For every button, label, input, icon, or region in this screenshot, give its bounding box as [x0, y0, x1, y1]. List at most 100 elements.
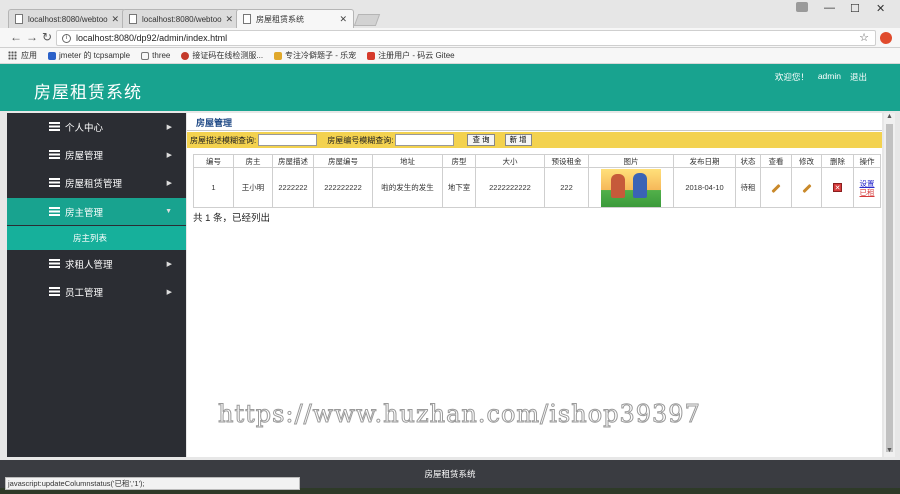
column-header: 删除: [821, 154, 854, 168]
record-summary: 共 1 条，已经列出: [193, 213, 271, 224]
menu-icon: [49, 287, 60, 296]
cell-operations: 设置 已租: [853, 167, 881, 208]
column-header: 房型: [442, 154, 476, 168]
menu-icon: [49, 207, 60, 216]
sidebar: 个人中心 ▶ 房屋管理 ▶ 房屋租赁管理 ▶ 房主管理 ▼ 房主列表 求租人管理…: [7, 113, 186, 457]
logout-link[interactable]: 退出: [850, 71, 867, 83]
desc-search-label: 房屋描述模糊查询:: [190, 135, 257, 145]
menu-icon: [49, 122, 60, 131]
browser-tab-3[interactable]: 房屋租赁系统 ✕: [236, 9, 354, 28]
edit-icon[interactable]: [801, 183, 812, 194]
bookmark-jmeter[interactable]: jmeter 的 tcpsample: [48, 50, 130, 61]
cell-address: 啦的发生的发生: [372, 167, 443, 208]
cell-size: 2222222222: [475, 167, 545, 208]
sidebar-item-house-management[interactable]: 房屋管理 ▶: [7, 141, 186, 168]
browser-tab-1[interactable]: localhost:8080/webtoo ✕: [8, 9, 126, 28]
bookmark-label: three: [152, 51, 171, 60]
bookmark-apps[interactable]: 应用: [8, 50, 37, 61]
page-title: 房屋管理: [187, 116, 882, 131]
cell-view: [760, 167, 792, 208]
back-icon[interactable]: ←: [10, 30, 22, 44]
cell-rent: 222: [544, 167, 589, 208]
site-icon: [181, 51, 190, 60]
extension-icon[interactable]: [880, 32, 892, 44]
browser-toolbar: ← → ↻ i localhost:8080/dp92/admin/index.…: [0, 28, 900, 48]
house-table: 编号 房主 房屋描述 房屋编号 地址 房型 大小 预设租金 图片 发布日期 状态…: [193, 154, 881, 208]
sidebar-item-staff-management[interactable]: 员工管理 ▶: [7, 278, 186, 305]
desc-search-input[interactable]: [258, 134, 318, 146]
sidebar-subitem-owner-list[interactable]: 房主列表: [7, 226, 186, 250]
sidebar-item-label: 房屋管理: [65, 150, 104, 162]
bookmark-gitee[interactable]: 注册用户 - 码云 Gitee: [367, 50, 455, 61]
table-header-row: 编号 房主 房屋描述 房屋编号 地址 房型 大小 预设租金 图片 发布日期 状态…: [193, 154, 881, 168]
info-icon[interactable]: i: [62, 33, 71, 43]
column-header: 操作: [853, 154, 881, 168]
close-icon[interactable]: ✕: [225, 14, 233, 25]
operation-link-settings[interactable]: 设置: [860, 179, 875, 188]
chevron-right-icon: ▶: [166, 260, 172, 268]
address-bar[interactable]: i localhost:8080/dp92/admin/index.html ☆: [56, 30, 876, 46]
bookmark-captcha[interactable]: 接证码在线检测服...: [181, 50, 263, 61]
code-search-input[interactable]: [395, 134, 455, 146]
browser-status-bar: javascript:updateColumnstatus('已租','1');: [5, 477, 300, 490]
vertical-scrollbar[interactable]: ▲ ▼: [884, 113, 895, 457]
column-header: 发布日期: [673, 154, 736, 168]
bookmark-star-icon[interactable]: ☆: [859, 31, 869, 44]
operation-link-rented[interactable]: 已租: [860, 188, 875, 197]
column-header: 房主: [233, 154, 273, 168]
sidebar-item-rental-management[interactable]: 房屋租赁管理 ▶: [7, 169, 186, 196]
chevron-down-icon: ▼: [165, 208, 172, 215]
cell-type: 地下室: [442, 167, 476, 208]
sidebar-item-owner-management[interactable]: 房主管理 ▼: [7, 198, 186, 225]
column-header: 编号: [193, 154, 234, 168]
sidebar-item-label: 员工管理: [65, 287, 104, 299]
profile-icon[interactable]: [796, 2, 808, 12]
table-row: 1 王小明 2222222 222222222 啦的发生的发生 地下室 2222…: [193, 167, 881, 208]
close-icon[interactable]: ✕: [339, 14, 347, 25]
code-search-label: 房屋编号模糊查询:: [327, 135, 394, 145]
scroll-thumb[interactable]: [886, 124, 893, 452]
page-icon: [141, 51, 150, 60]
sidebar-item-label: 房主管理: [65, 207, 104, 219]
header-links: 欢迎您！ admin 退出: [775, 71, 867, 83]
chevron-right-icon: ▶: [166, 123, 172, 131]
browser-tab-2[interactable]: localhost:8080/webtoo ✕: [122, 9, 240, 28]
sidebar-item-personal-center[interactable]: 个人中心 ▶: [7, 113, 186, 140]
close-icon[interactable]: ✕: [111, 14, 119, 25]
house-thumbnail: [601, 168, 661, 207]
menu-icon: [49, 150, 60, 159]
chevron-right-icon: ▶: [166, 288, 172, 296]
shield-icon: [48, 51, 56, 60]
bookmark-label: 专注冷僻题子 - 乐宠: [285, 51, 357, 60]
column-header: 地址: [372, 154, 443, 168]
scroll-up-icon[interactable]: ▲: [886, 113, 893, 120]
bookmark-label: jmeter 的 tcpsample: [59, 51, 131, 60]
username-link[interactable]: admin: [818, 71, 841, 83]
bookmark-lechong[interactable]: 专注冷僻题子 - 乐宠: [274, 50, 356, 61]
gitee-icon: [367, 51, 376, 60]
sidebar-item-tenant-management[interactable]: 求租人管理 ▶: [7, 250, 186, 277]
bookmark-three[interactable]: three: [141, 51, 170, 60]
cell-status: 待租: [735, 167, 761, 208]
minimize-icon[interactable]: —: [824, 2, 835, 14]
app-header: 房屋租赁系统 欢迎您！ admin 退出: [0, 64, 900, 111]
cell-desc: 2222222: [272, 167, 314, 208]
forward-icon[interactable]: →: [26, 30, 38, 44]
add-button[interactable]: 新 增: [504, 134, 532, 146]
search-bar: 房屋描述模糊查询: 房屋编号模糊查询: 查 询 新 增: [187, 132, 882, 148]
url-text: localhost:8080/dp92/admin/index.html: [76, 33, 228, 43]
view-icon[interactable]: [771, 183, 781, 194]
maximize-icon[interactable]: ☐: [850, 2, 860, 15]
reload-icon[interactable]: ↻: [42, 30, 52, 44]
menu-icon: [49, 259, 60, 268]
query-button[interactable]: 查 询: [467, 134, 495, 146]
column-header: 图片: [588, 154, 674, 168]
app-title: 房屋租赁系统: [34, 83, 142, 102]
welcome-text: 欢迎您！: [774, 72, 809, 82]
scroll-down-icon[interactable]: ▼: [886, 447, 893, 454]
sidebar-subitem-label: 房主列表: [73, 233, 108, 243]
new-tab-button[interactable]: [353, 14, 381, 26]
delete-icon[interactable]: ✕: [833, 183, 842, 192]
tab-title: localhost:8080/webtoo: [28, 14, 108, 24]
close-window-icon[interactable]: ✕: [876, 2, 885, 15]
